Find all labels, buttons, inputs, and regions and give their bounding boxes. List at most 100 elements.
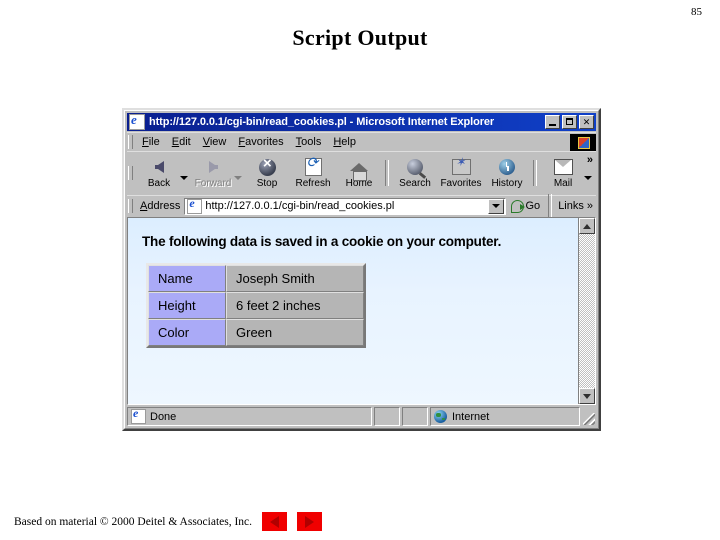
cookie-value-color: Green xyxy=(226,319,364,346)
table-row: Color Green xyxy=(148,319,364,346)
go-arrow-icon xyxy=(510,199,525,213)
cookie-value-height: 6 feet 2 inches xyxy=(226,292,364,319)
search-icon xyxy=(404,157,426,177)
refresh-icon xyxy=(302,155,324,177)
menu-item-file[interactable]: File xyxy=(136,135,166,149)
history-button[interactable]: History xyxy=(484,154,530,192)
address-label: Address xyxy=(140,200,181,212)
browser-window-inner: http://127.0.0.1/cgi-bin/read_cookies.pl… xyxy=(124,110,599,429)
internet-explorer-logo-animation xyxy=(570,133,596,151)
status-message-panel: Done xyxy=(127,407,372,426)
previous-slide-button[interactable] xyxy=(262,512,288,531)
address-drag-handle[interactable] xyxy=(128,199,133,213)
menu-bar: File Edit View Favorites Tools Help xyxy=(127,132,596,151)
menu-item-help[interactable]: Help xyxy=(327,135,362,149)
table-row: Height 6 feet 2 inches xyxy=(148,292,364,319)
links-overflow-chevron-icon[interactable]: » xyxy=(587,200,593,212)
cookie-key-height: Height xyxy=(148,292,226,319)
toolbar-drag-handle[interactable] xyxy=(128,166,133,180)
refresh-button[interactable]: Refresh xyxy=(290,154,336,192)
favorites-button[interactable]: Favorites xyxy=(438,154,484,192)
vertical-scrollbar[interactable] xyxy=(578,218,595,404)
forward-history-dropdown[interactable] xyxy=(234,176,242,180)
title-bar: http://127.0.0.1/cgi-bin/read_cookies.pl… xyxy=(127,112,596,131)
status-page-icon xyxy=(131,408,146,424)
internet-explorer-icon xyxy=(129,112,145,130)
history-icon xyxy=(496,157,518,177)
security-zone-panel: Internet xyxy=(430,407,580,426)
address-dropdown-button[interactable] xyxy=(487,198,504,214)
menu-item-edit[interactable]: Edit xyxy=(166,135,197,149)
triangle-right-icon xyxy=(305,515,315,528)
copyright-text: Based on material © 2000 Deitel & Associ… xyxy=(14,515,253,528)
status-message: Done xyxy=(150,410,177,423)
slide-page-number: 85 xyxy=(691,6,702,18)
refresh-button-label: Refresh xyxy=(295,178,331,189)
cookie-data-table: Name Joseph Smith Height 6 feet 2 inches… xyxy=(146,263,366,348)
menu-item-favorites[interactable]: Favorites xyxy=(232,135,289,149)
forward-arrow-icon xyxy=(202,157,224,177)
toolbar-separator-2 xyxy=(533,160,537,186)
links-bar[interactable]: Links » xyxy=(555,200,596,212)
stop-icon xyxy=(256,156,278,177)
scroll-up-button[interactable] xyxy=(579,218,595,234)
cookie-key-name: Name xyxy=(148,265,226,292)
cookie-value-name: Joseph Smith xyxy=(226,265,364,292)
minimize-button[interactable] xyxy=(545,115,560,129)
search-button-label: Search xyxy=(399,178,431,189)
forward-button-label: Forward xyxy=(194,178,232,189)
web-page-content: The following data is saved in a cookie … xyxy=(128,218,578,404)
favorites-icon xyxy=(450,156,472,177)
mail-dropdown[interactable] xyxy=(584,176,592,180)
menu-item-tools[interactable]: Tools xyxy=(290,135,328,149)
back-history-dropdown[interactable] xyxy=(180,176,188,180)
browser-window: http://127.0.0.1/cgi-bin/read_cookies.pl… xyxy=(122,108,601,431)
cookie-key-color: Color xyxy=(148,319,226,346)
history-button-label: History xyxy=(491,178,523,189)
triangle-left-icon xyxy=(270,515,280,528)
home-button[interactable]: Home xyxy=(336,154,382,192)
cookie-message-heading: The following data is saved in a cookie … xyxy=(142,234,502,249)
favorites-button-label: Favorites xyxy=(440,178,482,189)
mail-button-label: Mail xyxy=(553,178,573,189)
search-button[interactable]: Search xyxy=(392,154,438,192)
menu-drag-handle[interactable] xyxy=(128,135,133,149)
status-bar: Done Internet xyxy=(127,407,596,426)
back-button-label: Back xyxy=(147,178,171,189)
mail-button[interactable]: Mail xyxy=(540,154,586,192)
status-panel-3 xyxy=(402,407,428,426)
back-arrow-icon xyxy=(148,157,170,177)
links-label: Links xyxy=(558,200,584,212)
resize-grip[interactable] xyxy=(582,407,596,426)
status-panel-2 xyxy=(374,407,400,426)
navigation-toolbar: Back Forward Stop Refresh Home xyxy=(127,151,596,194)
window-controls: ✕ xyxy=(545,115,594,129)
maximize-button[interactable] xyxy=(562,115,577,129)
slide-footer: Based on material © 2000 Deitel & Associ… xyxy=(14,512,323,531)
stop-button[interactable]: Stop xyxy=(244,154,290,192)
page-favicon-icon xyxy=(187,198,203,214)
back-button[interactable]: Back xyxy=(136,154,182,192)
address-toolbar: Address http://127.0.0.1/cgi-bin/read_co… xyxy=(127,193,596,219)
browser-viewport: The following data is saved in a cookie … xyxy=(127,217,596,405)
mail-icon xyxy=(552,157,574,177)
forward-button[interactable]: Forward xyxy=(190,154,236,192)
home-icon xyxy=(348,157,370,181)
page-title: Script Output xyxy=(292,25,428,50)
next-slide-button[interactable] xyxy=(297,512,323,531)
go-button-label: Go xyxy=(525,200,541,212)
address-separator xyxy=(548,193,553,219)
security-zone-label: Internet xyxy=(452,410,490,423)
window-title: http://127.0.0.1/cgi-bin/read_cookies.pl… xyxy=(149,116,495,128)
address-input-value: http://127.0.0.1/cgi-bin/read_cookies.pl xyxy=(205,200,395,212)
scroll-down-button[interactable] xyxy=(579,388,595,404)
toolbar-overflow-chevron-icon[interactable]: » xyxy=(587,154,593,166)
toolbar-separator xyxy=(385,160,389,186)
table-row: Name Joseph Smith xyxy=(148,265,364,292)
go-button[interactable]: Go xyxy=(506,199,546,213)
menu-item-view[interactable]: View xyxy=(197,135,233,149)
stop-button-label: Stop xyxy=(256,178,278,189)
close-button[interactable]: ✕ xyxy=(579,115,594,129)
address-input[interactable]: http://127.0.0.1/cgi-bin/read_cookies.pl xyxy=(184,197,506,215)
globe-icon xyxy=(434,410,447,423)
